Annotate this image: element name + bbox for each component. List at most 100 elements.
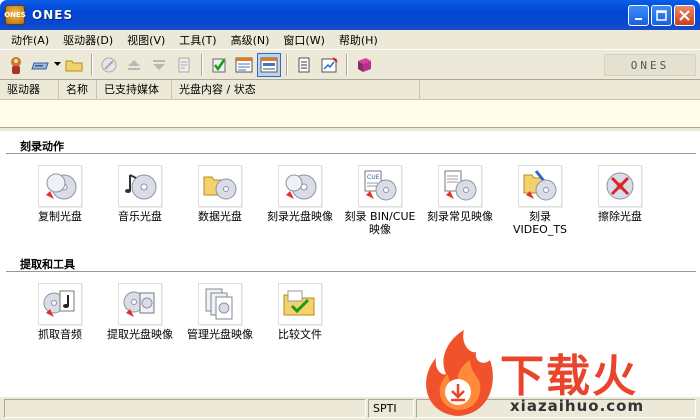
menu-bar: 动作(A) 驱动器(D) 视图(V) 工具(T) 高级(N) 窗口(W) 帮助(… [0, 30, 700, 49]
settings-button[interactable] [317, 53, 341, 77]
ones-logo: ONES [631, 59, 670, 71]
section-title-extract: 提取和工具 [20, 258, 75, 271]
video-ts-icon [518, 165, 562, 207]
wizard-button[interactable] [4, 53, 28, 77]
tile-burn-video-ts[interactable]: 刻录 VIDEO_TS [500, 165, 580, 236]
drive-dropdown[interactable] [54, 62, 62, 67]
tile-burn-common-image[interactable]: 刻录常见映像 [420, 165, 500, 236]
burn-image-icon [278, 165, 322, 207]
drive-list-header: 驱动器 名称 已支持媒体 光盘内容 / 状态 [0, 79, 700, 100]
extract-tools-grid: 抓取音频 提取光盘映像 管理光盘映像 比较文件 [20, 283, 340, 341]
pencil-disc-icon [101, 57, 117, 72]
list-view-icon [235, 57, 253, 72]
drive-icon [31, 62, 49, 69]
tile-label: 复制光盘 [38, 210, 82, 223]
tile-label: 提取光盘映像 [107, 328, 173, 341]
menu-advanced[interactable]: 高级(N) [224, 31, 277, 49]
app-icon[interactable]: ONES [4, 5, 26, 25]
bin-cue-icon: CUE [358, 165, 402, 207]
tile-label: 音乐光盘 [118, 210, 162, 223]
tile-burn-image[interactable]: 刻录光盘映像 [260, 165, 340, 236]
erase-disc-icon [598, 165, 642, 207]
minimize-icon [634, 17, 642, 20]
compare-files-icon [278, 283, 322, 325]
tile-label: 刻录 VIDEO_TS [512, 210, 568, 236]
watermark: 下载火 xiazaihuo.com [414, 326, 700, 420]
tile-label: 数据光盘 [198, 210, 242, 223]
close-icon [679, 10, 690, 21]
menu-help[interactable]: 帮助(H) [332, 31, 385, 49]
tile-extract-image[interactable]: 提取光盘映像 [100, 283, 180, 341]
window-title: ONES [32, 8, 74, 22]
tile-rip-audio[interactable]: 抓取音频 [20, 283, 100, 341]
check-icon [212, 58, 226, 72]
tile-label: 刻录光盘映像 [267, 210, 333, 223]
drive-select-button[interactable] [29, 53, 53, 77]
menu-action[interactable]: 动作(A) [4, 31, 56, 49]
copy-disc-icon [38, 165, 82, 207]
tile-label: 管理光盘映像 [187, 328, 253, 341]
menu-window[interactable]: 窗口(W) [276, 31, 331, 49]
brand-logo: ONES [604, 54, 696, 76]
status-interface: SPTI [368, 399, 414, 418]
tile-manage-images[interactable]: 管理光盘映像 [180, 283, 260, 341]
drive-list[interactable] [0, 100, 700, 128]
burn-common-image-icon [438, 165, 482, 207]
tile-erase-disc[interactable]: 擦除光盘 [580, 165, 660, 236]
watermark-url: xiazaihuo.com [510, 397, 645, 415]
tile-data-disc[interactable]: 数据光盘 [180, 165, 260, 236]
close-button[interactable] [674, 5, 695, 26]
burn-actions-grid: 复制光盘 音乐光盘 数据光盘 刻录光盘映像 CUE 刻录 BIN/CUE 映像 [20, 165, 660, 236]
tile-copy-disc[interactable]: 复制光盘 [20, 165, 100, 236]
folder-icon [65, 60, 83, 71]
manage-images-icon [198, 283, 242, 325]
notes-icon [298, 57, 310, 72]
svg-text:ONES: ONES [631, 59, 670, 71]
view-detail-button[interactable] [257, 52, 281, 77]
extract-image-icon [118, 283, 162, 325]
edit-button[interactable] [97, 53, 121, 77]
eject-icon [128, 59, 140, 70]
maximize-icon [656, 10, 667, 21]
minimize-button[interactable] [628, 5, 649, 26]
document-icon [178, 57, 190, 72]
svg-text:CUE: CUE [367, 174, 380, 181]
data-disc-icon [198, 165, 242, 207]
open-folder-button[interactable] [62, 53, 86, 77]
view-list-button[interactable] [232, 53, 256, 77]
section-title-burn: 刻录动作 [20, 140, 64, 153]
eject-button[interactable] [122, 53, 146, 77]
column-status[interactable]: 光盘内容 / 状态 [172, 79, 420, 100]
help-book-button[interactable] [352, 53, 376, 77]
tile-compare-files[interactable]: 比较文件 [260, 283, 340, 341]
tile-burn-bin-cue[interactable]: CUE 刻录 BIN/CUE 映像 [340, 165, 420, 236]
title-bar[interactable]: ONES ONES [0, 0, 700, 30]
tile-music-disc[interactable]: 音乐光盘 [100, 165, 180, 236]
load-button[interactable] [147, 53, 171, 77]
log-button[interactable] [292, 53, 316, 77]
status-message [4, 399, 366, 418]
book-icon [358, 57, 371, 72]
tile-label: 擦除光盘 [598, 210, 642, 223]
tile-label: 刻录 BIN/CUE 映像 [344, 210, 416, 236]
properties-button[interactable] [172, 53, 196, 77]
maximize-button[interactable] [651, 5, 672, 26]
edit-chart-icon [321, 56, 338, 72]
column-name[interactable]: 名称 [59, 79, 97, 100]
menu-drive[interactable]: 驱动器(D) [56, 31, 120, 49]
flame-logo-icon [426, 330, 493, 416]
load-icon [153, 59, 165, 70]
column-drive[interactable]: 驱动器 [0, 79, 59, 100]
column-media[interactable]: 已支持媒体 [97, 79, 172, 100]
detail-view-icon [260, 57, 278, 72]
chevron-down-icon [54, 62, 61, 66]
toolbar: ONES [0, 49, 700, 80]
verify-button[interactable] [207, 53, 231, 77]
music-disc-icon [118, 165, 162, 207]
tile-label: 抓取音频 [38, 328, 82, 341]
menu-view[interactable]: 视图(V) [120, 31, 172, 49]
tile-label: 刻录常见映像 [427, 210, 493, 223]
menu-tools[interactable]: 工具(T) [172, 31, 223, 49]
wizard-icon [11, 56, 21, 74]
rip-audio-icon [38, 283, 82, 325]
